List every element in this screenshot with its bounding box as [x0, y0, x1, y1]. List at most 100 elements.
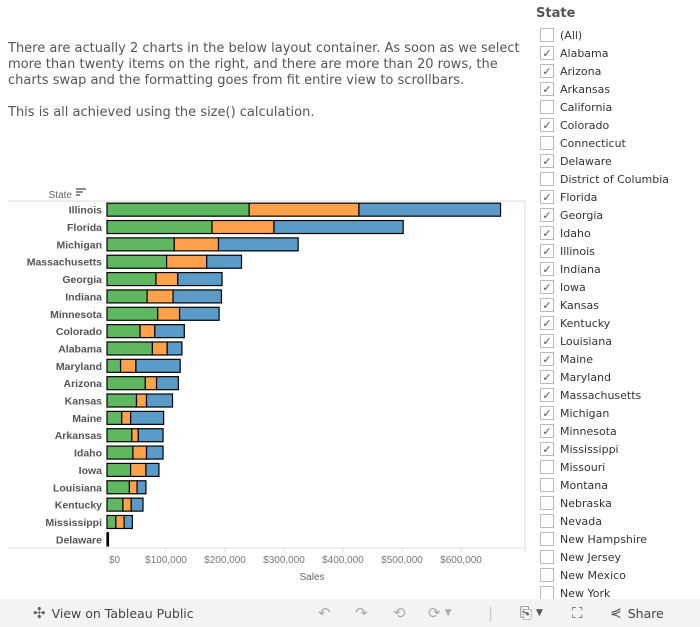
filter-item[interactable]: ✓ Kentucky — [536, 314, 700, 332]
download-icon[interactable]: ⎘ ▼ — [520, 604, 543, 622]
filter-item-label: Indiana — [560, 262, 601, 276]
filter-item[interactable]: New Jersey — [536, 548, 700, 566]
view-on-tableau-public-button[interactable]: ✣ View on Tableau Public — [33, 604, 194, 622]
checkbox-unchecked[interactable] — [540, 100, 554, 114]
checkbox-checked[interactable]: ✓ — [540, 316, 554, 330]
redo-icon[interactable]: ↷ — [355, 604, 368, 622]
x-tick-label: $200,000 — [204, 555, 246, 566]
checkbox-checked[interactable]: ✓ — [540, 64, 554, 78]
filter-item[interactable]: New Mexico — [536, 566, 700, 584]
filter-item-label: (All) — [560, 28, 583, 42]
checkbox-checked[interactable]: ✓ — [540, 82, 554, 96]
bar-segment — [130, 462, 147, 478]
filter-item[interactable]: ✓ Maine — [536, 350, 700, 368]
checkbox-checked[interactable]: ✓ — [540, 190, 554, 204]
checkbox-unchecked[interactable] — [540, 460, 554, 474]
filter-item[interactable]: ✓ Alabama — [536, 44, 700, 62]
checkbox-checked[interactable]: ✓ — [540, 352, 554, 366]
filter-item[interactable]: Nebraska — [536, 494, 700, 512]
bar-segment — [106, 497, 124, 512]
checkbox-checked[interactable]: ✓ — [540, 262, 554, 276]
checkbox-unchecked[interactable] — [540, 136, 554, 150]
filter-item[interactable]: ✓ Arizona — [536, 62, 700, 80]
bar-segment — [155, 376, 179, 391]
category-label: Maine — [72, 413, 102, 425]
checkbox-checked[interactable]: ✓ — [540, 424, 554, 438]
filter-item[interactable]: ✓ Mississippi — [536, 440, 700, 458]
filter-item[interactable]: ✓ Indiana — [536, 260, 700, 278]
filter-item-label: Connecticut — [560, 136, 626, 150]
category-label: Illinois — [69, 205, 102, 217]
bar-segment — [115, 514, 125, 530]
bottom-toolbar: ✣ View on Tableau Public ↶ ↷ ⟲ ⟳ ▼ | ⎘ ▼… — [0, 599, 700, 627]
checkbox-checked[interactable]: ✓ — [540, 226, 554, 240]
checkbox-checked[interactable]: ✓ — [540, 280, 554, 294]
share-button[interactable]: ⋞ Share — [610, 605, 664, 621]
filter-item-label: Kansas — [560, 298, 599, 312]
view-on-public-label: View on Tableau Public — [51, 605, 194, 621]
checkbox-unchecked[interactable] — [540, 514, 554, 528]
checkbox-unchecked[interactable] — [540, 532, 554, 546]
checkbox-checked[interactable]: ✓ — [540, 208, 554, 222]
filter-item[interactable]: Nevada — [536, 512, 700, 530]
checkbox-unchecked[interactable] — [540, 568, 554, 582]
bar-segment — [123, 514, 133, 530]
filter-item[interactable]: California — [536, 98, 700, 116]
description-paragraph: This is all achieved using the size() ca… — [8, 105, 315, 120]
filter-item[interactable]: Connecticut — [536, 134, 700, 152]
filter-item[interactable]: ✓ Michigan — [536, 404, 700, 422]
checkbox-unchecked[interactable] — [540, 478, 554, 492]
filter-item[interactable]: New Hampshire — [536, 530, 700, 548]
checkbox-checked[interactable]: ✓ — [540, 154, 554, 168]
filter-item[interactable]: Montana — [536, 476, 700, 494]
checkbox-unchecked[interactable] — [540, 496, 554, 510]
bar-segment — [145, 393, 174, 408]
filter-list[interactable]: (All) ✓ Alabama ✓ Arizona ✓ Arkansas California… — [536, 26, 700, 602]
filter-item[interactable]: ✓ Idaho — [536, 224, 700, 242]
bar-segment — [106, 410, 123, 425]
bar-segment — [145, 445, 164, 460]
fullscreen-icon[interactable]: ⛶ — [572, 604, 583, 622]
filter-item[interactable]: ✓ Massachusetts — [536, 386, 700, 404]
checkbox-checked[interactable]: ✓ — [540, 118, 554, 132]
refresh-icon[interactable]: ⟳ ▼ — [428, 604, 452, 622]
description-text: There are actually 2 charts in the below… — [8, 41, 528, 137]
undo-icon[interactable]: ↶ — [318, 604, 331, 622]
bar-segment — [106, 324, 141, 339]
filter-item[interactable]: ✓ Kansas — [536, 296, 700, 314]
filter-item-label: Massachusetts — [560, 388, 642, 402]
checkbox-checked[interactable]: ✓ — [540, 370, 554, 384]
category-label: Indiana — [65, 291, 102, 303]
checkbox-checked[interactable]: ✓ — [540, 334, 554, 348]
bar-segment — [119, 358, 137, 373]
filter-item[interactable]: ✓ Maryland — [536, 368, 700, 386]
filter-item[interactable]: ✓ Florida — [536, 188, 700, 206]
filter-item[interactable]: ✓ Arkansas — [536, 80, 700, 98]
filter-item[interactable]: ✓ Delaware — [536, 152, 700, 170]
checkbox-checked[interactable]: ✓ — [540, 388, 554, 402]
revert-icon[interactable]: ⟲ — [393, 604, 406, 622]
filter-item[interactable]: ✓ Illinois — [536, 242, 700, 260]
checkbox-unchecked[interactable] — [540, 28, 554, 42]
x-tick-label: $100,000 — [145, 555, 187, 566]
checkbox-checked[interactable]: ✓ — [540, 298, 554, 312]
checkbox-unchecked[interactable] — [540, 172, 554, 186]
bar-segment — [106, 341, 154, 356]
filter-item[interactable]: Missouri — [536, 458, 700, 476]
bar-segment — [211, 219, 275, 235]
x-axis-title: Sales — [299, 572, 324, 583]
filter-item[interactable]: ✓ Iowa — [536, 278, 700, 296]
filter-item[interactable]: ✓ Colorado — [536, 116, 700, 134]
checkbox-unchecked[interactable] — [540, 550, 554, 564]
checkbox-checked[interactable]: ✓ — [540, 406, 554, 420]
filter-item[interactable]: District of Columbia — [536, 170, 700, 188]
checkbox-checked[interactable]: ✓ — [540, 46, 554, 60]
checkbox-checked[interactable]: ✓ — [540, 442, 554, 456]
filter-item[interactable]: ✓ Georgia — [536, 206, 700, 224]
filter-item[interactable]: ✓ Louisiana — [536, 332, 700, 350]
checkbox-unchecked[interactable] — [540, 586, 554, 600]
checkbox-checked[interactable]: ✓ — [540, 244, 554, 258]
filter-item[interactable]: (All) — [536, 26, 700, 44]
filter-item[interactable]: ✓ Minnesota — [536, 422, 700, 440]
row-header-label: State — [49, 190, 73, 201]
